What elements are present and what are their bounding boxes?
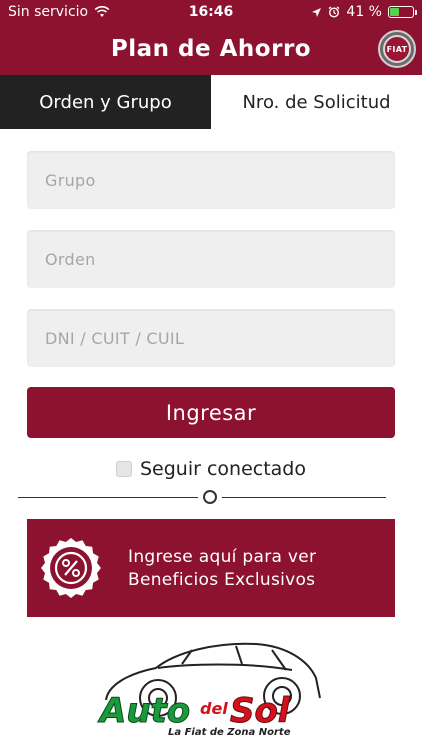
fiat-logo-text: FIAT bbox=[383, 35, 411, 63]
benefits-banner[interactable]: Ingrese aquí para ver Beneficios Exclusi… bbox=[27, 519, 395, 617]
benefits-text: Ingrese aquí para ver Beneficios Exclusi… bbox=[128, 546, 316, 592]
divider-circle bbox=[203, 490, 217, 504]
app-header: Sin servicio 16:46 41 % Plan de Ahorro F… bbox=[0, 0, 422, 75]
percent-badge-icon bbox=[41, 538, 101, 598]
benefits-line-1: Ingrese aquí para ver bbox=[128, 547, 317, 567]
divider-right bbox=[222, 497, 386, 498]
grupo-input[interactable] bbox=[27, 151, 395, 209]
battery-icon bbox=[388, 6, 417, 18]
battery-tip bbox=[415, 10, 417, 15]
auto-del-sol-logo: Auto del Sol La Fiat de Zona Norte bbox=[97, 642, 321, 738]
remember-me: Seguir conectado bbox=[0, 458, 422, 480]
orden-input[interactable] bbox=[27, 230, 395, 288]
tab-orden-y-grupo[interactable]: Orden y Grupo bbox=[0, 75, 211, 129]
dealer-tagline: La Fiat de Zona Norte bbox=[168, 727, 291, 738]
battery-percent: 41 % bbox=[346, 4, 382, 20]
alarm-icon bbox=[328, 6, 340, 18]
status-right: 41 % bbox=[311, 4, 417, 20]
benefits-line-2: Beneficios Exclusivos bbox=[128, 570, 316, 590]
page-title: Plan de Ahorro bbox=[110, 36, 312, 62]
divider-left bbox=[18, 497, 198, 498]
fiat-logo: FIAT bbox=[378, 30, 416, 68]
login-tabs: Orden y Grupo Nro. de Solicitud bbox=[0, 75, 422, 129]
status-bar: Sin servicio 16:46 41 % bbox=[0, 0, 422, 24]
dealer-name-del: del bbox=[200, 699, 228, 718]
tab-nro-de-solicitud[interactable]: Nro. de Solicitud bbox=[211, 75, 422, 129]
dealer-name-auto: Auto bbox=[97, 691, 190, 731]
documento-input[interactable] bbox=[27, 309, 395, 367]
ingresar-button[interactable]: Ingresar bbox=[27, 387, 395, 438]
dealer-name-sol: Sol bbox=[230, 691, 291, 731]
remember-label[interactable]: Seguir conectado bbox=[140, 458, 306, 480]
battery-level-fill bbox=[390, 8, 399, 16]
remember-checkbox[interactable] bbox=[115, 461, 132, 477]
location-arrow-icon bbox=[312, 7, 322, 17]
